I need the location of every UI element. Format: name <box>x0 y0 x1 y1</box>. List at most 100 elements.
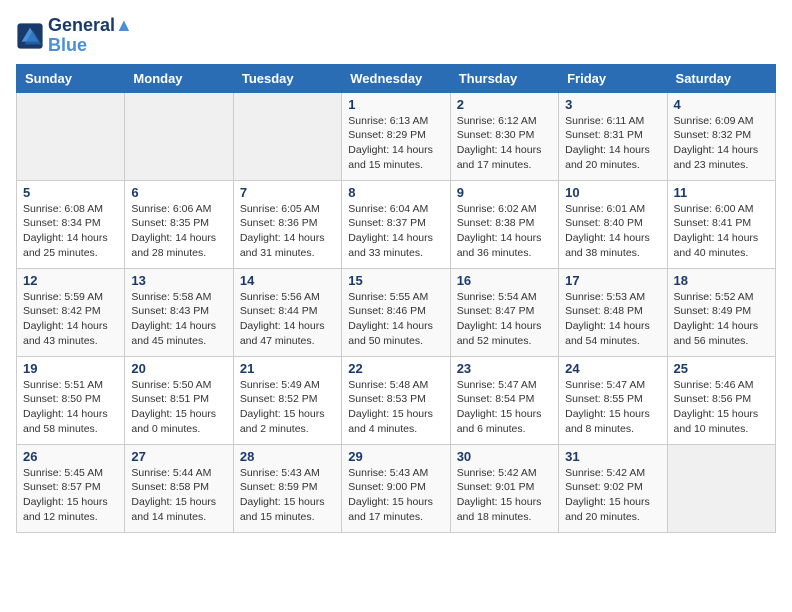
day-header-saturday: Saturday <box>667 64 775 92</box>
day-cell: 19 Sunrise: 5:51 AM Sunset: 8:50 PM Dayli… <box>17 356 125 444</box>
day-info: Sunrise: 5:51 AM Sunset: 8:50 PM Dayligh… <box>23 378 118 437</box>
day-number: 29 <box>348 449 443 464</box>
day-info: Sunrise: 6:12 AM Sunset: 8:30 PM Dayligh… <box>457 114 552 173</box>
day-cell <box>667 444 775 532</box>
day-number: 20 <box>131 361 226 376</box>
day-number: 7 <box>240 185 335 200</box>
day-cell: 8 Sunrise: 6:04 AM Sunset: 8:37 PM Daylig… <box>342 180 450 268</box>
day-header-friday: Friday <box>559 64 667 92</box>
day-number: 17 <box>565 273 660 288</box>
day-cell: 31Sunrise: 5:42 AM Sunset: 9:02 PM Dayli… <box>559 444 667 532</box>
day-cell: 17 Sunrise: 5:53 AM Sunset: 8:48 PM Dayli… <box>559 268 667 356</box>
week-row-2: 5 Sunrise: 6:08 AM Sunset: 8:34 PM Daylig… <box>17 180 776 268</box>
day-cell: 11 Sunrise: 6:00 AM Sunset: 8:41 PM Dayli… <box>667 180 775 268</box>
day-number: 14 <box>240 273 335 288</box>
day-cell: 16 Sunrise: 5:54 AM Sunset: 8:47 PM Dayli… <box>450 268 558 356</box>
calendar-table: SundayMondayTuesdayWednesdayThursdayFrid… <box>16 64 776 533</box>
day-number: 31 <box>565 449 660 464</box>
day-cell: 25 Sunrise: 5:46 AM Sunset: 8:56 PM Dayli… <box>667 356 775 444</box>
day-info: Sunrise: 5:52 AM Sunset: 8:49 PM Dayligh… <box>674 290 769 349</box>
day-info: Sunrise: 5:44 AM Sunset: 8:58 PM Dayligh… <box>131 466 226 525</box>
day-cell: 1 Sunrise: 6:13 AM Sunset: 8:29 PM Daylig… <box>342 92 450 180</box>
day-number: 11 <box>674 185 769 200</box>
day-number: 19 <box>23 361 118 376</box>
day-headers-row: SundayMondayTuesdayWednesdayThursdayFrid… <box>17 64 776 92</box>
day-number: 26 <box>23 449 118 464</box>
day-cell: 15 Sunrise: 5:55 AM Sunset: 8:46 PM Dayli… <box>342 268 450 356</box>
day-info: Sunrise: 6:06 AM Sunset: 8:35 PM Dayligh… <box>131 202 226 261</box>
day-cell <box>17 92 125 180</box>
day-number: 8 <box>348 185 443 200</box>
day-number: 24 <box>565 361 660 376</box>
week-row-4: 19 Sunrise: 5:51 AM Sunset: 8:50 PM Dayli… <box>17 356 776 444</box>
day-info: Sunrise: 5:47 AM Sunset: 8:54 PM Dayligh… <box>457 378 552 437</box>
day-info: Sunrise: 5:46 AM Sunset: 8:56 PM Dayligh… <box>674 378 769 437</box>
day-info: Sunrise: 5:56 AM Sunset: 8:44 PM Dayligh… <box>240 290 335 349</box>
day-number: 15 <box>348 273 443 288</box>
day-info: Sunrise: 5:55 AM Sunset: 8:46 PM Dayligh… <box>348 290 443 349</box>
day-info: Sunrise: 5:59 AM Sunset: 8:42 PM Dayligh… <box>23 290 118 349</box>
day-info: Sunrise: 6:11 AM Sunset: 8:31 PM Dayligh… <box>565 114 660 173</box>
day-cell: 20 Sunrise: 5:50 AM Sunset: 8:51 PM Dayli… <box>125 356 233 444</box>
day-info: Sunrise: 5:45 AM Sunset: 8:57 PM Dayligh… <box>23 466 118 525</box>
day-cell: 14 Sunrise: 5:56 AM Sunset: 8:44 PM Dayli… <box>233 268 341 356</box>
day-cell: 27Sunrise: 5:44 AM Sunset: 8:58 PM Dayli… <box>125 444 233 532</box>
day-cell <box>125 92 233 180</box>
day-number: 28 <box>240 449 335 464</box>
day-cell: 3 Sunrise: 6:11 AM Sunset: 8:31 PM Daylig… <box>559 92 667 180</box>
day-cell: 12Sunrise: 5:59 AM Sunset: 8:42 PM Dayli… <box>17 268 125 356</box>
day-number: 3 <box>565 97 660 112</box>
day-header-wednesday: Wednesday <box>342 64 450 92</box>
day-header-sunday: Sunday <box>17 64 125 92</box>
day-cell: 18 Sunrise: 5:52 AM Sunset: 8:49 PM Dayli… <box>667 268 775 356</box>
day-number: 22 <box>348 361 443 376</box>
day-info: Sunrise: 5:50 AM Sunset: 8:51 PM Dayligh… <box>131 378 226 437</box>
day-number: 1 <box>348 97 443 112</box>
day-info: Sunrise: 5:49 AM Sunset: 8:52 PM Dayligh… <box>240 378 335 437</box>
day-info: Sunrise: 6:09 AM Sunset: 8:32 PM Dayligh… <box>674 114 769 173</box>
day-number: 23 <box>457 361 552 376</box>
day-cell: 4 Sunrise: 6:09 AM Sunset: 8:32 PM Daylig… <box>667 92 775 180</box>
day-number: 6 <box>131 185 226 200</box>
day-info: Sunrise: 5:53 AM Sunset: 8:48 PM Dayligh… <box>565 290 660 349</box>
day-info: Sunrise: 5:47 AM Sunset: 8:55 PM Dayligh… <box>565 378 660 437</box>
day-number: 10 <box>565 185 660 200</box>
day-cell: 29 Sunrise: 5:43 AM Sunset: 9:00 PM Dayli… <box>342 444 450 532</box>
day-number: 5 <box>23 185 118 200</box>
day-cell: 2 Sunrise: 6:12 AM Sunset: 8:30 PM Daylig… <box>450 92 558 180</box>
day-info: Sunrise: 5:43 AM Sunset: 9:00 PM Dayligh… <box>348 466 443 525</box>
day-cell: 21Sunrise: 5:49 AM Sunset: 8:52 PM Dayli… <box>233 356 341 444</box>
day-cell <box>233 92 341 180</box>
logo-icon <box>16 22 44 50</box>
day-number: 16 <box>457 273 552 288</box>
day-header-tuesday: Tuesday <box>233 64 341 92</box>
day-cell: 13Sunrise: 5:58 AM Sunset: 8:43 PM Dayli… <box>125 268 233 356</box>
day-number: 18 <box>674 273 769 288</box>
day-info: Sunrise: 6:04 AM Sunset: 8:37 PM Dayligh… <box>348 202 443 261</box>
day-number: 9 <box>457 185 552 200</box>
week-row-5: 26 Sunrise: 5:45 AM Sunset: 8:57 PM Dayli… <box>17 444 776 532</box>
logo: General▲ Blue <box>16 16 133 56</box>
day-cell: 28Sunrise: 5:43 AM Sunset: 8:59 PM Dayli… <box>233 444 341 532</box>
day-cell: 26 Sunrise: 5:45 AM Sunset: 8:57 PM Dayli… <box>17 444 125 532</box>
day-cell: 22 Sunrise: 5:48 AM Sunset: 8:53 PM Dayli… <box>342 356 450 444</box>
day-number: 30 <box>457 449 552 464</box>
day-info: Sunrise: 6:08 AM Sunset: 8:34 PM Dayligh… <box>23 202 118 261</box>
day-number: 25 <box>674 361 769 376</box>
day-info: Sunrise: 5:48 AM Sunset: 8:53 PM Dayligh… <box>348 378 443 437</box>
day-number: 4 <box>674 97 769 112</box>
day-cell: 10 Sunrise: 6:01 AM Sunset: 8:40 PM Dayli… <box>559 180 667 268</box>
day-number: 2 <box>457 97 552 112</box>
day-cell: 30 Sunrise: 5:42 AM Sunset: 9:01 PM Dayli… <box>450 444 558 532</box>
day-info: Sunrise: 6:00 AM Sunset: 8:41 PM Dayligh… <box>674 202 769 261</box>
logo-text: General▲ Blue <box>48 16 133 56</box>
week-row-3: 12Sunrise: 5:59 AM Sunset: 8:42 PM Dayli… <box>17 268 776 356</box>
day-info: Sunrise: 6:01 AM Sunset: 8:40 PM Dayligh… <box>565 202 660 261</box>
day-info: Sunrise: 5:42 AM Sunset: 9:01 PM Dayligh… <box>457 466 552 525</box>
day-info: Sunrise: 5:54 AM Sunset: 8:47 PM Dayligh… <box>457 290 552 349</box>
day-info: Sunrise: 6:13 AM Sunset: 8:29 PM Dayligh… <box>348 114 443 173</box>
day-info: Sunrise: 6:02 AM Sunset: 8:38 PM Dayligh… <box>457 202 552 261</box>
day-cell: 9 Sunrise: 6:02 AM Sunset: 8:38 PM Daylig… <box>450 180 558 268</box>
day-number: 13 <box>131 273 226 288</box>
day-cell: 6 Sunrise: 6:06 AM Sunset: 8:35 PM Daylig… <box>125 180 233 268</box>
